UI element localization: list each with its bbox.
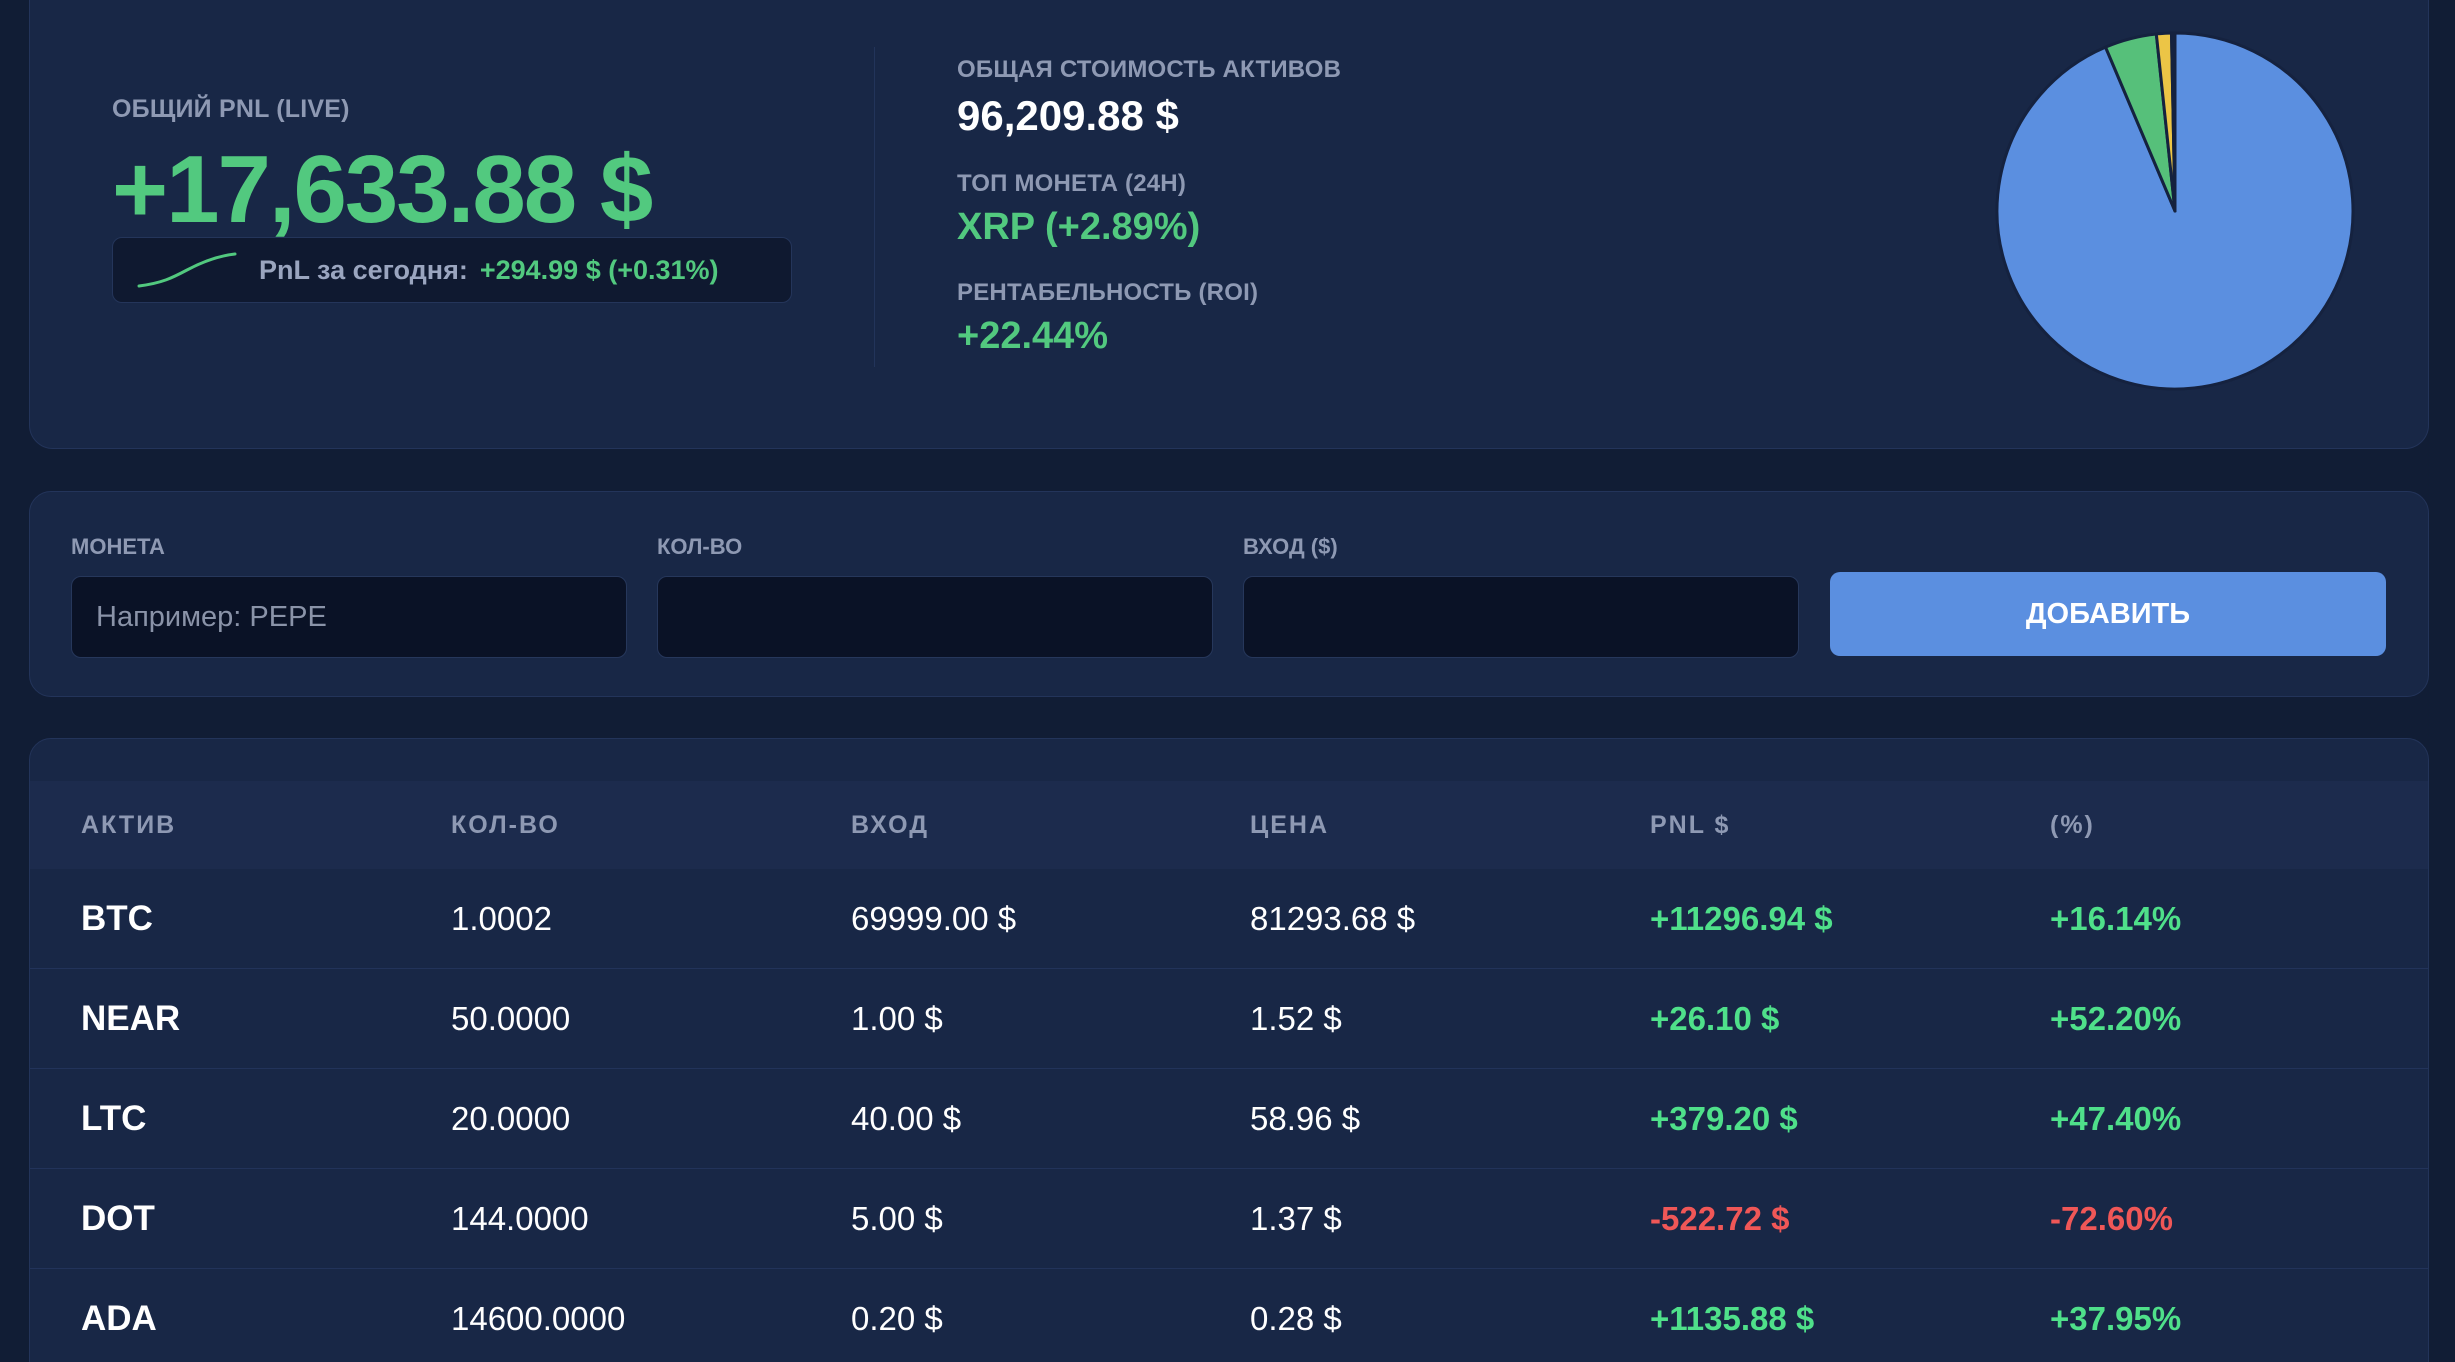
- sparkline-icon: [137, 252, 237, 288]
- coin-field: МОНЕТА: [71, 534, 627, 658]
- header-price[interactable]: ЦЕНА: [1250, 781, 1329, 869]
- asset-name: DOT: [81, 1199, 155, 1238]
- asset-entry: 1.00 $: [851, 1000, 943, 1037]
- asset-name: BTC: [81, 899, 153, 938]
- quantity-input[interactable]: [657, 576, 1213, 658]
- top-coin-stat: ТОП МОНЕТА (24H) XRP (+2.89%): [957, 170, 1341, 249]
- asset-quantity: 20.0000: [451, 1100, 571, 1137]
- summary-card: ОБЩИЙ PNL (LIVE) +17,633.88 $ PnL за сег…: [29, 0, 2429, 449]
- asset-price: 81293.68 $: [1250, 900, 1416, 937]
- header-pnl[interactable]: PNL $: [1650, 781, 1730, 869]
- table-row[interactable]: BTC 1.0002 69999.00 $ 81293.68 $ +11296.…: [30, 869, 2428, 969]
- portfolio-page: ОБЩИЙ PNL (LIVE) +17,633.88 $ PnL за сег…: [0, 0, 2455, 1362]
- asset-name: LTC: [81, 1099, 147, 1138]
- assets-table: АКТИВ КОЛ-ВО ВХОД ЦЕНА PNL $ (%) BTC 1.0…: [29, 738, 2429, 1362]
- asset-pnl: +379.20 $: [1650, 1100, 1798, 1137]
- roi-stat: РЕНТАБЕЛЬНОСТЬ (ROI) +22.44%: [957, 279, 1341, 358]
- table-row[interactable]: DOT 144.0000 5.00 $ 1.37 $ -522.72 $ -72…: [30, 1169, 2428, 1269]
- asset-pnl: +1135.88 $: [1650, 1300, 1815, 1337]
- table-row[interactable]: NEAR 50.0000 1.00 $ 1.52 $ +26.10 $ +52.…: [30, 969, 2428, 1069]
- roi-label: РЕНТАБЕЛЬНОСТЬ (ROI): [957, 279, 1259, 306]
- total-pnl-block: ОБЩИЙ PNL (LIVE) +17,633.88 $: [112, 95, 653, 243]
- table-header: АКТИВ КОЛ-ВО ВХОД ЦЕНА PNL $ (%): [30, 781, 2428, 869]
- asset-entry: 40.00 $: [851, 1100, 962, 1137]
- asset-quantity: 144.0000: [451, 1200, 589, 1237]
- today-pnl-value: +294.99 $ (+0.31%): [479, 254, 719, 285]
- asset-percent: +16.14%: [2050, 900, 2182, 937]
- coin-field-label: МОНЕТА: [71, 534, 165, 559]
- asset-pnl: -522.72 $: [1650, 1200, 1790, 1237]
- roi-value: +22.44%: [957, 315, 1109, 357]
- coin-input[interactable]: [71, 576, 627, 658]
- asset-price: 1.37 $: [1250, 1200, 1342, 1237]
- asset-price: 0.28 $: [1250, 1300, 1342, 1337]
- table-row[interactable]: LTC 20.0000 40.00 $ 58.96 $ +379.20 $ +4…: [30, 1069, 2428, 1169]
- header-quantity[interactable]: КОЛ-ВО: [451, 781, 560, 869]
- asset-name: NEAR: [81, 999, 181, 1038]
- header-percent[interactable]: (%): [2050, 781, 2095, 869]
- add-button[interactable]: ДОБАВИТЬ: [1830, 572, 2386, 656]
- entry-price-input[interactable]: [1243, 576, 1799, 658]
- total-value-label: ОБЩАЯ СТОИМОСТЬ АКТИВОВ: [957, 56, 1342, 83]
- allocation-pie-chart: [1995, 31, 2355, 391]
- total-pnl-value: +17,633.88 $: [112, 136, 653, 243]
- asset-percent: -72.60%: [2050, 1200, 2173, 1237]
- asset-pnl: +26.10 $: [1650, 1000, 1780, 1037]
- asset-entry: 0.20 $: [851, 1300, 943, 1337]
- total-value-stat: ОБЩАЯ СТОИМОСТЬ АКТИВОВ 96,209.88 $: [957, 56, 1341, 140]
- header-entry[interactable]: ВХОД: [851, 781, 929, 869]
- asset-entry: 5.00 $: [851, 1200, 943, 1237]
- asset-quantity: 50.0000: [451, 1000, 571, 1037]
- asset-price: 58.96 $: [1250, 1100, 1361, 1137]
- entry-field-label: ВХОД ($): [1243, 534, 1338, 559]
- entry-field: ВХОД ($): [1243, 534, 1799, 658]
- today-pnl-label: PnL за сегодня:: [259, 254, 468, 285]
- header-asset[interactable]: АКТИВ: [81, 781, 176, 869]
- asset-percent: +52.20%: [2050, 1000, 2182, 1037]
- today-pnl-box: PnL за сегодня: +294.99 $ (+0.31%): [112, 237, 792, 303]
- asset-quantity: 1.0002: [451, 900, 552, 937]
- summary-divider: [874, 47, 875, 367]
- add-asset-form: МОНЕТА КОЛ-ВО ВХОД ($) ДОБАВИТЬ: [29, 491, 2429, 697]
- asset-quantity: 14600.0000: [451, 1300, 626, 1337]
- top-coin-value: XRP (+2.89%): [957, 206, 1201, 248]
- total-value: 96,209.88 $: [957, 92, 1179, 139]
- asset-entry: 69999.00 $: [851, 900, 1017, 937]
- asset-name: ADA: [81, 1299, 157, 1338]
- total-pnl-label: ОБЩИЙ PNL (LIVE): [112, 95, 350, 123]
- table-row[interactable]: ADA 14600.0000 0.20 $ 0.28 $ +1135.88 $ …: [30, 1269, 2428, 1362]
- top-coin-label: ТОП МОНЕТА (24H): [957, 170, 1187, 197]
- asset-percent: +37.95%: [2050, 1300, 2182, 1337]
- asset-pnl: +11296.94 $: [1650, 900, 1833, 937]
- asset-percent: +47.40%: [2050, 1100, 2182, 1137]
- quantity-field: КОЛ-ВО: [657, 534, 1213, 658]
- stats-column: ОБЩАЯ СТОИМОСТЬ АКТИВОВ 96,209.88 $ ТОП …: [957, 56, 1341, 388]
- asset-price: 1.52 $: [1250, 1000, 1342, 1037]
- quantity-field-label: КОЛ-ВО: [657, 534, 743, 559]
